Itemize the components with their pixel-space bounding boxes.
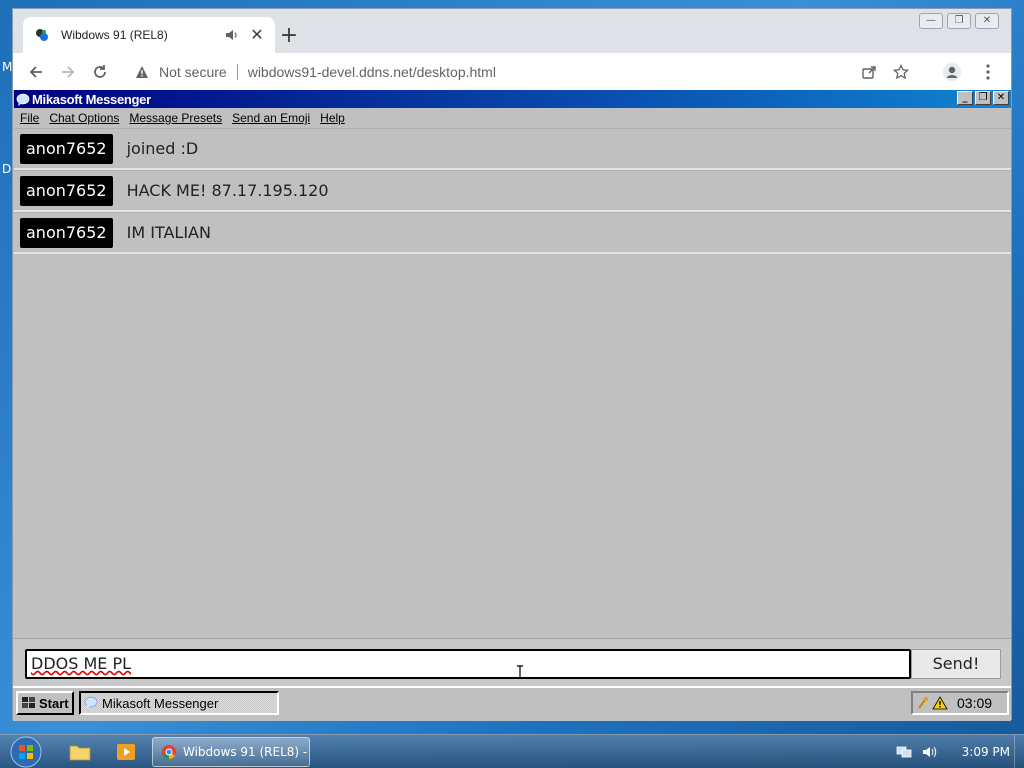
reload-icon[interactable] xyxy=(85,57,115,87)
kebab-menu-icon[interactable] xyxy=(973,57,1003,87)
text-cursor-icon xyxy=(516,664,524,679)
message-username: anon7652 xyxy=(20,217,113,248)
messenger-titlebar[interactable]: Mikasoft Messenger _ ❐ ✕ xyxy=(14,90,1011,108)
send-button[interactable]: Send! xyxy=(911,649,1001,679)
w91-taskbar: Start Mikasoft Messenger 03:09 xyxy=(13,686,1011,721)
w91-clock: 03:09 xyxy=(957,695,993,711)
message-input-value: DDOS ME PL xyxy=(31,654,132,673)
page-viewport: Mikasoft Messenger _ ❐ ✕ File Chat Optio… xyxy=(13,90,1011,721)
key-icon[interactable] xyxy=(917,696,929,710)
w91-task-label: Mikasoft Messenger xyxy=(102,695,219,711)
windows-start-orb-icon[interactable] xyxy=(6,735,46,768)
os-task-chrome[interactable]: Wibdows 91 (REL8) - ... xyxy=(152,737,310,767)
w91-system-tray: 03:09 xyxy=(911,691,1009,715)
message-list: anon7652 joined :D anon7652 HACK ME! 87.… xyxy=(14,128,1011,254)
speaker-icon[interactable] xyxy=(225,27,241,43)
security-status[interactable]: Not secure xyxy=(159,64,227,80)
w91-task-messenger[interactable]: Mikasoft Messenger xyxy=(79,691,279,715)
desktop-icon-label-m: M xyxy=(2,60,13,74)
window-controls: — ❐ ✕ xyxy=(919,13,999,29)
message-row: anon7652 HACK ME! 87.17.195.120 xyxy=(14,170,1011,212)
tab-strip: Wibdows 91 (REL8) ✕ + — ❐ ✕ xyxy=(13,9,1011,53)
message-text: joined :D xyxy=(126,139,199,158)
w91-start-button[interactable]: Start xyxy=(16,691,74,715)
show-desktop-button[interactable] xyxy=(1014,735,1024,768)
message-username: anon7652 xyxy=(20,133,113,164)
os-system-tray: 3:09 PM xyxy=(896,735,1010,768)
message-input[interactable]: DDOS ME PL xyxy=(25,649,911,679)
menu-message-presets[interactable]: Message Presets xyxy=(129,111,222,125)
messenger-close-button[interactable]: ✕ xyxy=(993,91,1009,105)
menu-file[interactable]: File xyxy=(20,111,39,125)
message-row: anon7652 joined :D xyxy=(14,128,1011,170)
divider xyxy=(236,63,238,80)
file-explorer-icon[interactable] xyxy=(60,739,100,765)
chat-bubble-icon xyxy=(84,696,98,710)
messenger-maximize-button[interactable]: ❐ xyxy=(975,91,991,105)
message-text: IM ITALIAN xyxy=(126,223,211,242)
bookmark-star-icon[interactable] xyxy=(889,60,913,84)
menu-help[interactable]: Help xyxy=(320,111,345,125)
menu-chat-options[interactable]: Chat Options xyxy=(49,111,119,125)
messenger-minimize-button[interactable]: _ xyxy=(957,91,973,105)
volume-icon[interactable] xyxy=(922,745,938,759)
messenger-window-controls: _ ❐ ✕ xyxy=(957,91,1009,105)
browser-toolbar: Not secure wibdows91-devel.ddns.net/desk… xyxy=(13,53,1011,90)
message-username: anon7652 xyxy=(20,175,113,206)
share-icon[interactable] xyxy=(857,60,881,84)
network-icon[interactable] xyxy=(896,745,912,759)
chrome-icon xyxy=(161,744,177,760)
media-player-icon[interactable] xyxy=(106,739,146,765)
browser-window: Wibdows 91 (REL8) ✕ + — ❐ ✕ Not secure w… xyxy=(12,8,1012,721)
w91-start-logo-icon xyxy=(21,696,37,710)
compose-area: DDOS ME PL Send! xyxy=(14,638,1011,686)
message-row: anon7652 IM ITALIAN xyxy=(14,212,1011,254)
menu-send-emoji[interactable]: Send an Emoji xyxy=(232,111,310,125)
new-tab-button[interactable]: + xyxy=(275,23,303,51)
maximize-button[interactable]: ❐ xyxy=(947,13,971,29)
address-bar[interactable]: Not secure wibdows91-devel.ddns.net/desk… xyxy=(125,56,923,87)
profile-avatar-icon[interactable] xyxy=(937,57,967,87)
wibdows-favicon-icon xyxy=(33,26,51,44)
back-arrow-icon[interactable] xyxy=(21,57,51,87)
message-text: HACK ME! 87.17.195.120 xyxy=(126,181,329,200)
tab-title: Wibdows 91 (REL8) xyxy=(61,28,168,42)
url-text[interactable]: wibdows91-devel.ddns.net/desktop.html xyxy=(248,64,849,80)
tab-close-icon[interactable]: ✕ xyxy=(249,27,265,43)
chat-bubble-icon xyxy=(16,92,30,106)
os-task-label: Wibdows 91 (REL8) - ... xyxy=(183,745,309,759)
close-button[interactable]: ✕ xyxy=(975,13,999,29)
os-taskbar: Wibdows 91 (REL8) - ... 3:09 PM xyxy=(0,734,1024,768)
desktop-icon-label-d: D xyxy=(2,162,12,176)
browser-tab[interactable]: Wibdows 91 (REL8) ✕ xyxy=(23,17,275,53)
messenger-window: Mikasoft Messenger _ ❐ ✕ File Chat Optio… xyxy=(14,90,1011,686)
forward-arrow-icon[interactable] xyxy=(53,57,83,87)
messenger-menubar: File Chat Options Message Presets Send a… xyxy=(14,108,1011,128)
messenger-title: Mikasoft Messenger xyxy=(32,91,151,107)
minimize-button[interactable]: — xyxy=(919,13,943,29)
w91-start-label: Start xyxy=(39,695,69,711)
warning-triangle-icon[interactable] xyxy=(135,64,151,80)
warning-icon[interactable] xyxy=(932,696,948,710)
os-clock: 3:09 PM xyxy=(961,745,1010,759)
